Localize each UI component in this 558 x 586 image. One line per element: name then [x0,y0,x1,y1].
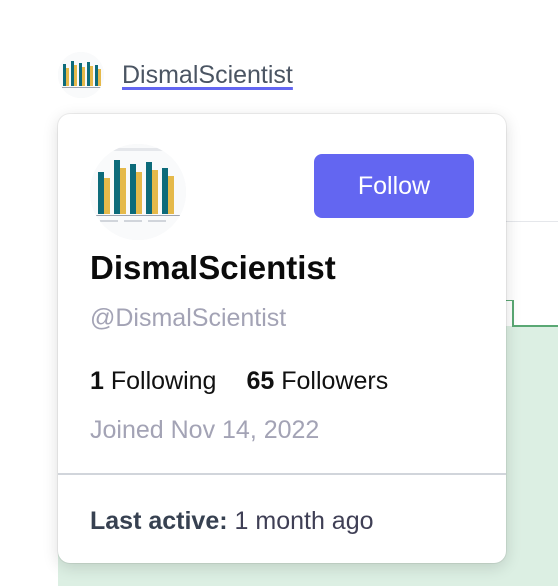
card-divider [58,473,506,475]
following-label: Following [110,367,217,395]
following-stat[interactable]: 1 Following [90,367,216,395]
card-avatar[interactable] [90,144,186,240]
follow-button[interactable]: Follow [314,154,474,218]
followers-count: 65 [246,367,275,395]
page-title: Elections? [60,0,268,10]
background-divider [505,221,558,222]
last-active-label: Last active: [90,507,228,535]
last-active-value: 1 month ago [234,507,374,535]
following-count: 1 [90,367,104,395]
author-row: DismalScientist [58,52,293,98]
profile-name: DismalScientist [90,249,336,286]
chart-avatar-icon [90,144,186,240]
author-username-link[interactable]: DismalScientist [122,61,293,90]
user-hover-card: Follow DismalScientist @DismalScientist … [58,114,506,563]
profile-handle: @DismalScientist [90,304,287,332]
joined-date: Joined Nov 14, 2022 [90,416,320,444]
page: Elections? DismalScientist [0,0,558,586]
last-active: Last active: 1 month ago [90,507,374,536]
chart-avatar-icon [58,52,104,98]
followers-stat[interactable]: 65 Followers [246,367,388,395]
followers-label: Followers [281,367,389,395]
avatar[interactable] [58,52,104,98]
follow-stats: 1 Following 65 Followers [90,367,388,396]
